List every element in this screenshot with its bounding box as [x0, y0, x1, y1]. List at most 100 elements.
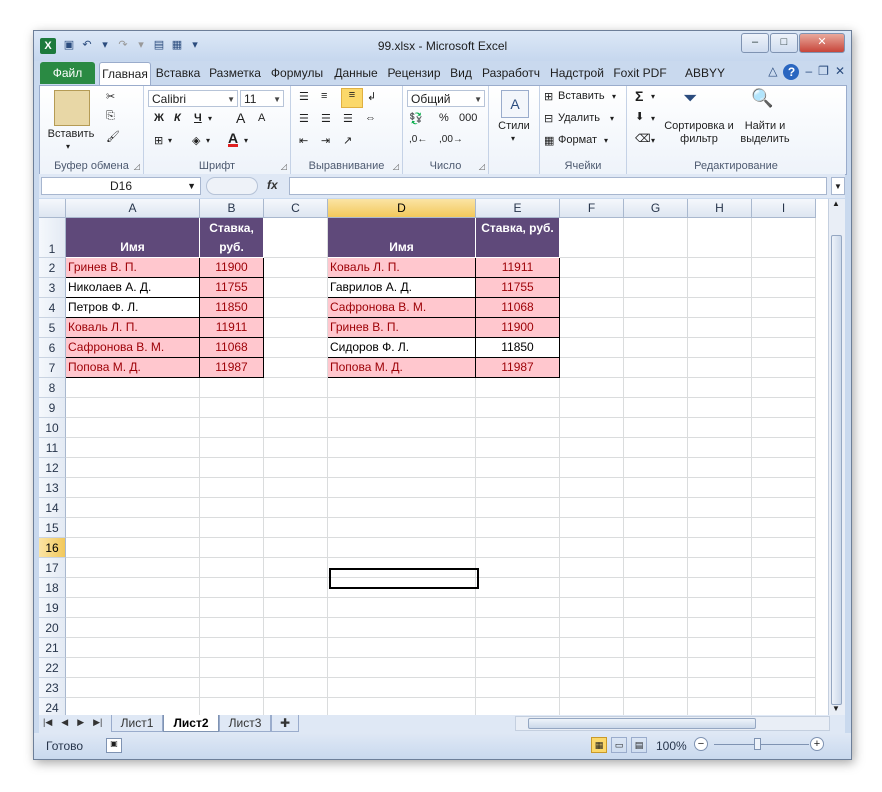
- cell[interactable]: [560, 338, 624, 358]
- cell[interactable]: [560, 678, 624, 698]
- cell[interactable]: [624, 378, 688, 398]
- column-header-e[interactable]: E: [476, 199, 560, 218]
- row-header-24[interactable]: 24: [39, 698, 66, 715]
- row-header-16[interactable]: 16: [39, 538, 66, 558]
- tab-developer[interactable]: Разработч: [480, 62, 542, 84]
- page-layout-view-button[interactable]: ▭: [611, 737, 627, 753]
- cell[interactable]: [66, 698, 200, 715]
- merge-center-icon[interactable]: ⇔: [365, 112, 376, 124]
- cell[interactable]: [752, 398, 816, 418]
- cell[interactable]: [688, 478, 752, 498]
- cell[interactable]: [476, 498, 560, 518]
- cell[interactable]: [264, 258, 328, 278]
- vertical-scrollbar[interactable]: ▲ ▼: [828, 199, 845, 715]
- sort-filter-button[interactable]: Сортировка и фильтр: [663, 120, 735, 146]
- sheet-tab-2[interactable]: Лист2: [163, 715, 219, 732]
- cell[interactable]: [476, 378, 560, 398]
- tab-review[interactable]: Рецензир: [384, 62, 444, 84]
- thousands-button[interactable]: 000: [459, 112, 477, 124]
- cell[interactable]: [560, 578, 624, 598]
- zoom-slider-track[interactable]: [714, 744, 809, 745]
- cell[interactable]: [264, 418, 328, 438]
- row-header-23[interactable]: 23: [39, 678, 66, 698]
- cell[interactable]: [200, 498, 264, 518]
- cell[interactable]: [624, 418, 688, 438]
- cell[interactable]: [752, 418, 816, 438]
- insert-dropdown-icon[interactable]: ▾: [612, 92, 616, 101]
- grow-font-button[interactable]: A: [236, 110, 245, 126]
- normal-view-button[interactable]: ▦: [591, 737, 607, 753]
- fill-dropdown-icon[interactable]: ▾: [651, 114, 655, 123]
- cell[interactable]: [264, 618, 328, 638]
- cell[interactable]: [688, 278, 752, 298]
- font-color-dropdown-icon[interactable]: ▾: [244, 136, 248, 145]
- row-header-5[interactable]: 5: [39, 318, 66, 338]
- format-painter-icon[interactable]: 🖌: [106, 130, 120, 143]
- tab-page-layout[interactable]: Разметка: [206, 62, 264, 84]
- cut-icon[interactable]: ✂: [106, 90, 115, 103]
- cell[interactable]: [560, 398, 624, 418]
- cell[interactable]: [328, 498, 476, 518]
- cell[interactable]: [264, 638, 328, 658]
- cell[interactable]: [752, 578, 816, 598]
- minimize-button[interactable]: –: [741, 33, 769, 53]
- table2-name-cell[interactable]: Гринев В. П.: [328, 318, 476, 338]
- cell[interactable]: [66, 618, 200, 638]
- styles-dropdown-icon[interactable]: ▾: [511, 134, 515, 143]
- cell[interactable]: [200, 578, 264, 598]
- tab-insert[interactable]: Вставка: [152, 62, 204, 84]
- column-header-h[interactable]: H: [688, 199, 752, 218]
- cell[interactable]: [688, 358, 752, 378]
- cell[interactable]: [476, 638, 560, 658]
- cell[interactable]: [752, 498, 816, 518]
- fill-color-icon[interactable]: ◈: [192, 134, 200, 147]
- row-header-6[interactable]: 6: [39, 338, 66, 358]
- row-header-11[interactable]: 11: [39, 438, 66, 458]
- column-header-c[interactable]: C: [264, 199, 328, 218]
- cell[interactable]: [688, 218, 752, 258]
- decrease-indent-icon[interactable]: ⇤: [299, 134, 308, 147]
- alignment-launcher-icon[interactable]: ◿: [393, 162, 399, 171]
- cell[interactable]: [328, 678, 476, 698]
- paste-button[interactable]: Вставить: [46, 128, 96, 140]
- table2-name-cell[interactable]: Сафронова В. М.: [328, 298, 476, 318]
- cell[interactable]: [560, 378, 624, 398]
- row-header-17[interactable]: 17: [39, 558, 66, 578]
- table1-rate-cell[interactable]: 11987: [200, 358, 264, 378]
- font-name-combo[interactable]: Calibri ▼: [148, 90, 238, 107]
- cell[interactable]: [752, 358, 816, 378]
- cell[interactable]: [264, 578, 328, 598]
- table2-name-cell[interactable]: Сидоров Ф. Л.: [328, 338, 476, 358]
- align-right-icon[interactable]: ☰: [343, 112, 353, 125]
- cell[interactable]: [752, 318, 816, 338]
- table2-name-cell[interactable]: Коваль Л. П.: [328, 258, 476, 278]
- insert-function-button[interactable]: fx: [267, 178, 278, 192]
- macro-record-icon[interactable]: ▣: [106, 738, 122, 753]
- cell[interactable]: [752, 598, 816, 618]
- cell[interactable]: [688, 458, 752, 478]
- scroll-down-icon[interactable]: ▼: [832, 704, 840, 713]
- cell[interactable]: [66, 478, 200, 498]
- cell[interactable]: [688, 498, 752, 518]
- cell[interactable]: [624, 298, 688, 318]
- formula-input[interactable]: [289, 177, 827, 195]
- cell[interactable]: [752, 378, 816, 398]
- cell[interactable]: [200, 558, 264, 578]
- autosum-button[interactable]: Σ: [635, 88, 643, 104]
- table1-header-rate[interactable]: Ставка, руб.: [200, 218, 264, 258]
- cell[interactable]: [560, 258, 624, 278]
- cell[interactable]: [476, 678, 560, 698]
- borders-dropdown-icon[interactable]: ▾: [168, 136, 172, 145]
- cell[interactable]: [752, 458, 816, 478]
- row-header-7[interactable]: 7: [39, 358, 66, 378]
- active-cell-d16[interactable]: [329, 568, 479, 589]
- cell[interactable]: [560, 358, 624, 378]
- table2-rate-cell[interactable]: 11755: [476, 278, 560, 298]
- cell[interactable]: [66, 598, 200, 618]
- cell[interactable]: [476, 698, 560, 715]
- cell[interactable]: [200, 438, 264, 458]
- cell[interactable]: [688, 698, 752, 715]
- prev-sheet-icon[interactable]: ◀: [61, 717, 68, 728]
- new-sheet-icon[interactable]: ✚: [271, 715, 299, 732]
- cell[interactable]: [200, 378, 264, 398]
